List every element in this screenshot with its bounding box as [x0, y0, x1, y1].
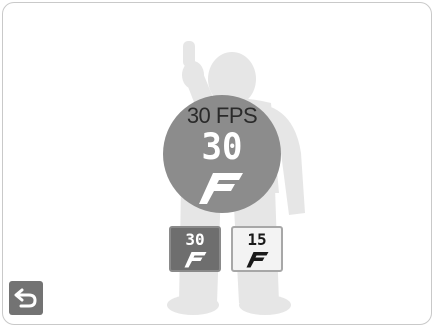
- frame-rate-number: 30: [201, 125, 243, 169]
- fast-f-icon: [184, 252, 207, 268]
- frame-rate-option-15[interactable]: 15: [231, 226, 283, 272]
- camera-screen: 30 FPS 30 30 15: [2, 2, 432, 325]
- option-15-number: 15: [247, 230, 267, 249]
- back-button[interactable]: [9, 281, 43, 315]
- frame-rate-option-30[interactable]: 30: [169, 226, 221, 272]
- fast-f-icon: [199, 173, 243, 204]
- fast-f-icon: [246, 252, 269, 268]
- return-arrow-icon: [14, 288, 37, 308]
- option-30-number: 30: [185, 230, 205, 249]
